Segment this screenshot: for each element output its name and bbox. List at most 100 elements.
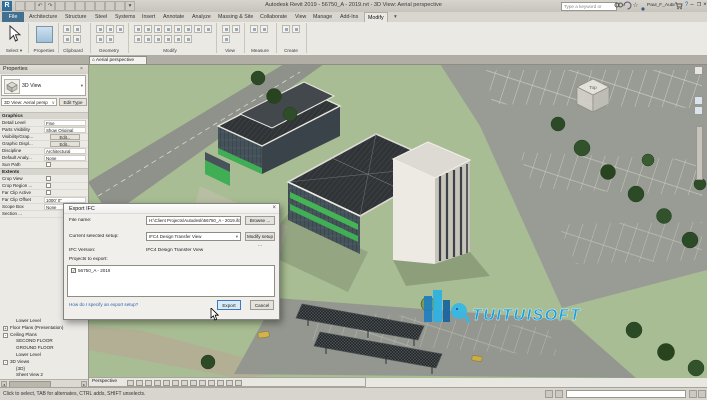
undo-icon[interactable]: ↶ xyxy=(35,1,45,11)
rotate-icon[interactable] xyxy=(184,25,192,33)
group-label-clipboard[interactable]: Clipboard xyxy=(58,48,88,53)
type-selector-dropdown-icon[interactable]: ▾ xyxy=(81,83,83,89)
align-icon[interactable] xyxy=(134,25,142,33)
show-crop-icon[interactable] xyxy=(181,380,188,387)
zoom-icon[interactable] xyxy=(694,106,703,115)
thin-lines-icon[interactable] xyxy=(222,25,230,33)
dimension-icon[interactable] xyxy=(260,25,268,33)
tab-architecture[interactable]: Architecture xyxy=(26,12,60,22)
revit-logo-icon[interactable]: R xyxy=(2,1,12,11)
redo-icon[interactable]: ↷ xyxy=(45,1,55,11)
graphics-section-header[interactable]: Graphics xyxy=(0,112,88,119)
prop-value[interactable]: 1000' 0" xyxy=(44,197,86,203)
unpin-icon[interactable] xyxy=(164,35,172,43)
group-label-view[interactable]: View xyxy=(216,48,244,53)
modify-select-arrow-icon[interactable] xyxy=(8,25,21,48)
design-options-field[interactable] xyxy=(566,390,686,398)
tree-item-3d-views[interactable]: - 3D Views xyxy=(0,359,88,366)
favorites-star-icon[interactable]: ☆ xyxy=(631,1,640,10)
view-tab-aerial-perspective[interactable]: ⌂Aerial perspective xyxy=(89,56,147,65)
cut-geometry-icon[interactable] xyxy=(106,25,114,33)
cut-icon[interactable] xyxy=(63,35,71,43)
split-face-icon[interactable] xyxy=(106,35,114,43)
prop-value[interactable]: None xyxy=(44,155,86,161)
signed-in-user[interactable]: Paul_F_Aubin xyxy=(647,3,675,8)
properties-header[interactable]: Properties xyxy=(0,64,88,74)
section-icon[interactable] xyxy=(115,1,125,11)
lock-view-icon[interactable] xyxy=(190,380,197,387)
view-properties-icon[interactable] xyxy=(226,380,233,387)
extend-icon[interactable] xyxy=(184,35,192,43)
cope-icon[interactable] xyxy=(96,25,104,33)
tree-item[interactable]: SECOND FLOOR xyxy=(0,338,104,345)
tab-steel[interactable]: Steel xyxy=(92,12,110,22)
type-selector[interactable]: 3D View ▾ xyxy=(1,75,86,96)
reveal-hidden-icon[interactable] xyxy=(208,380,215,387)
match-type-icon[interactable] xyxy=(73,35,81,43)
cancel-button[interactable]: Cancel xyxy=(250,300,274,310)
offset-icon[interactable] xyxy=(144,25,152,33)
extents-section-header[interactable]: Extents xyxy=(0,168,88,175)
nav-scrollbar[interactable] xyxy=(696,126,703,180)
shadows-icon[interactable] xyxy=(154,380,161,387)
group-label-measure[interactable]: Measure xyxy=(244,48,276,53)
tab-addins[interactable]: Add-Ins xyxy=(337,12,361,22)
scroll-left-icon[interactable]: ◂ xyxy=(1,381,7,387)
search-binoculars-icon[interactable] xyxy=(614,1,623,10)
group-label-properties[interactable]: Properties xyxy=(29,48,59,53)
save-icon[interactable] xyxy=(25,1,35,11)
hide-window-icon[interactable] xyxy=(232,25,240,33)
modify-setup-button[interactable]: Modify setup ... xyxy=(245,232,275,241)
paste-icon[interactable] xyxy=(63,25,71,33)
browse-button[interactable]: Browse ... xyxy=(245,216,275,225)
create-group-icon[interactable] xyxy=(282,25,290,33)
edit-type-button[interactable]: Edit Type xyxy=(59,98,87,106)
perspective-scale-label[interactable]: Perspective xyxy=(92,379,117,384)
move-icon[interactable] xyxy=(164,25,172,33)
export-button[interactable]: Export xyxy=(217,300,241,310)
ribbon-options-dropdown-icon[interactable]: ▾ xyxy=(391,12,400,22)
array-icon[interactable] xyxy=(204,25,212,33)
tab-massing-site[interactable]: Massing & Site xyxy=(215,12,256,22)
browser-horizontal-scrollbar[interactable]: ◂ ▸ xyxy=(0,379,88,387)
tree-item-ceiling-plans[interactable]: - Ceiling Plans xyxy=(0,332,88,339)
sun-settings-icon[interactable] xyxy=(145,380,152,387)
join-icon[interactable] xyxy=(116,25,124,33)
tag-icon[interactable] xyxy=(85,1,95,11)
tree-item[interactable]: GROUND FLOOR xyxy=(0,345,104,352)
temporary-hide-icon[interactable] xyxy=(199,380,206,387)
properties-close-icon[interactable]: × xyxy=(80,66,83,72)
expand-icon[interactable]: + xyxy=(3,326,8,331)
tree-item[interactable]: {3D} xyxy=(0,366,104,373)
tab-manage[interactable]: Manage xyxy=(310,12,335,22)
aligned-dimension-icon[interactable] xyxy=(75,1,85,11)
visual-style-icon[interactable] xyxy=(136,380,143,387)
print-icon[interactable] xyxy=(55,1,65,11)
prop-value[interactable]: Fine xyxy=(44,120,86,126)
nav-maximize-icon[interactable] xyxy=(694,66,703,75)
measure-icon[interactable] xyxy=(65,1,75,11)
group-label-create[interactable]: Create xyxy=(276,48,306,53)
tab-insert[interactable]: Insert xyxy=(139,12,158,22)
measure-tool-icon[interactable] xyxy=(250,25,258,33)
tab-collaborate[interactable]: Collaborate xyxy=(257,12,290,22)
dialog-close-icon[interactable]: × xyxy=(272,205,276,211)
infocenter-search-input[interactable]: Type a keyword or phrase xyxy=(561,2,617,11)
prop-value[interactable]: Show Original xyxy=(44,127,86,133)
pin-icon[interactable] xyxy=(154,35,162,43)
select-toggle-icon[interactable] xyxy=(698,390,706,398)
tree-item[interactable]: Lower Level xyxy=(0,352,104,359)
group-label-geometry[interactable]: Geometry xyxy=(92,48,126,53)
setup-combo[interactable]: IFC4 Design Transfer View ▾ xyxy=(146,232,241,241)
crop-region-checkbox[interactable] xyxy=(46,183,51,188)
group-label-select[interactable]: Select ▾ xyxy=(0,48,28,54)
edit-visibility-button[interactable]: Edit... xyxy=(50,134,80,140)
tab-annotate[interactable]: Annotate xyxy=(160,12,187,22)
tab-structure[interactable]: Structure xyxy=(62,12,90,22)
sun-path-checkbox[interactable] xyxy=(46,162,51,167)
detail-level-icon[interactable] xyxy=(127,380,134,387)
trim-icon[interactable] xyxy=(194,25,202,33)
close-window-button[interactable]: × xyxy=(701,1,707,10)
scroll-right-icon[interactable]: ▸ xyxy=(81,381,87,387)
prop-value[interactable]: Architectural xyxy=(44,148,86,154)
